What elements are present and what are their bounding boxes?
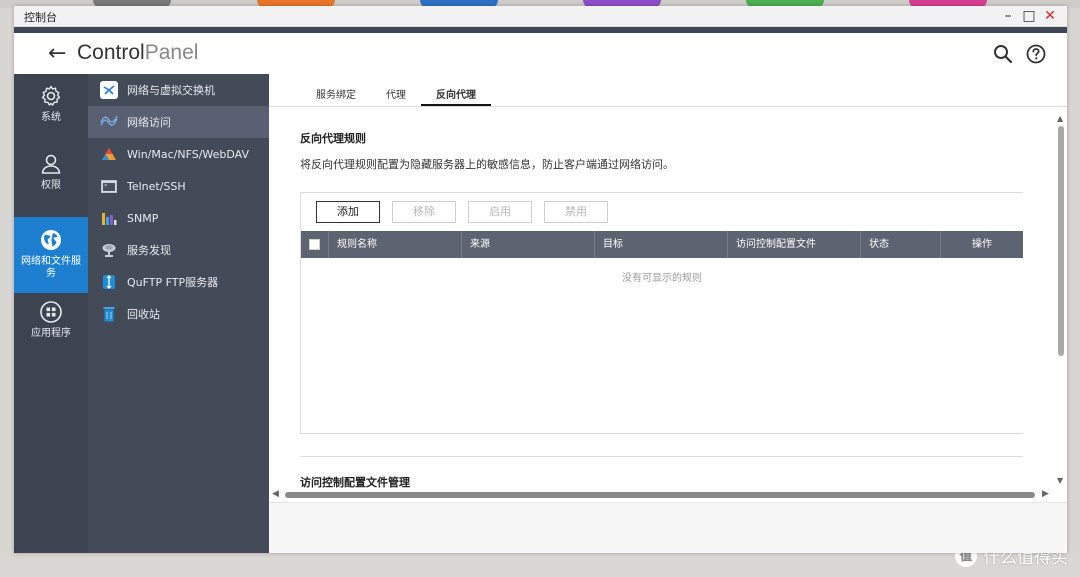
network-switch-icon [100, 81, 118, 99]
scroll-left-arrow-icon[interactable]: ◀ [272, 489, 279, 499]
submenu-item-network-switch[interactable]: 网络与虚拟交换机 [88, 74, 269, 106]
help-icon[interactable] [1025, 43, 1047, 65]
category-rail: 系统 权限 网络和文件服务 应用程序 [14, 74, 88, 553]
submenu: 网络与虚拟交换机 网络访问 Win/Mac/NFS/WebDAV Telnet/… [88, 74, 269, 553]
scroll-down-arrow-icon[interactable]: ▼ [1057, 476, 1063, 485]
submenu-label: 网络与虚拟交换机 [127, 84, 215, 97]
submenu-item-recycle-bin[interactable]: 回收站 [88, 298, 269, 330]
rail-item-system[interactable]: 系统 [14, 84, 88, 144]
bar-chart-icon [100, 209, 118, 227]
submenu-label: QuFTP FTP服务器 [127, 276, 219, 289]
add-button[interactable]: 添加 [316, 201, 380, 223]
column-header-access-profile[interactable]: 访问控制配置文件 [728, 231, 861, 258]
apps-icon [40, 301, 62, 323]
user-icon [41, 154, 61, 174]
trash-icon [100, 305, 118, 323]
gear-icon [41, 85, 61, 106]
submenu-item-service-discovery[interactable]: 服务发现 [88, 234, 269, 266]
brand-control: Control [77, 41, 145, 64]
column-header-target[interactable]: 目标 [595, 231, 728, 258]
submenu-label: SNMP [127, 211, 159, 225]
rail-label: 网络和文件服务 [21, 256, 81, 279]
select-all-cell [301, 231, 329, 258]
action-buttons: 添加 移除 启用 禁用 [316, 201, 608, 223]
content-pane: 服务绑定 代理 反向代理 反向代理规则 将反向代理规则配置为隐藏服务器上的敏感信… [269, 74, 1067, 553]
scroll-area: 反向代理规则 将反向代理规则配置为隐藏服务器上的敏感信息，防止客户端通过网络访问… [269, 107, 1067, 495]
section-divider [300, 456, 1023, 457]
terminal-icon [100, 177, 118, 195]
close-button[interactable]: ✕ [1041, 7, 1059, 25]
rail-item-applications[interactable]: 应用程序 [14, 300, 88, 360]
back-arrow-icon[interactable]: ← [48, 41, 66, 66]
empty-table-message: 没有可显示的规则 [622, 273, 702, 284]
network-access-icon [100, 113, 118, 131]
column-header-source[interactable]: 来源 [462, 231, 595, 258]
window-titlebar: 控制台 – □ ✕ [14, 6, 1067, 27]
section-description: 将反向代理规则配置为隐藏服务器上的敏感信息，防止客户端通过网络访问。 [300, 158, 674, 171]
scroll-right-arrow-icon[interactable]: ▶ [1042, 489, 1049, 499]
table-header: 规则名称 来源 目标 访问控制配置文件 状态 操作 [301, 231, 1023, 258]
select-all-checkbox[interactable] [309, 239, 320, 250]
vertical-scroll-thumb[interactable] [1058, 126, 1064, 356]
search-icon[interactable] [992, 43, 1014, 65]
submenu-item-snmp[interactable]: SNMP [88, 202, 269, 234]
rail-item-network-file-services[interactable]: 网络和文件服务 [14, 217, 88, 293]
column-header-actions[interactable]: 操作 [941, 231, 1023, 258]
footer-area [269, 502, 1067, 553]
enable-button[interactable]: 启用 [468, 201, 532, 223]
submenu-item-win-mac-nfs[interactable]: Win/Mac/NFS/WebDAV [88, 138, 269, 170]
tab-reverse-proxy[interactable]: 反向代理 [421, 88, 491, 106]
section-title: 反向代理规则 [300, 132, 366, 145]
submenu-label: Win/Mac/NFS/WebDAV [127, 147, 250, 161]
app-brand: ControlPanel [77, 41, 198, 65]
maximize-button[interactable]: □ [1020, 7, 1038, 25]
app-header: ← ControlPanel [14, 33, 1067, 74]
submenu-label: 回收站 [127, 308, 160, 321]
rules-panel: 添加 移除 启用 禁用 规则名称 来源 目标 访问控制配置文件 状态 操作 没有 [300, 192, 1023, 434]
desktop-bottom-strip [0, 553, 1080, 577]
horizontal-scrollbar[interactable]: ◀ ▶ [269, 488, 1055, 502]
submenu-item-quftp[interactable]: QuFTP FTP服务器 [88, 266, 269, 298]
horizontal-scroll-thumb[interactable] [285, 492, 1035, 498]
rail-label: 应用程序 [31, 328, 71, 339]
column-header-status[interactable]: 状态 [861, 231, 941, 258]
submenu-item-network-access[interactable]: 网络访问 [88, 106, 269, 138]
minimize-button[interactable]: – [999, 7, 1017, 25]
rail-label: 系统 [41, 112, 61, 123]
globe-icon [41, 230, 61, 250]
vertical-scrollbar[interactable]: ▲ ▼ [1055, 110, 1067, 488]
tab-proxy[interactable]: 代理 [371, 88, 421, 106]
submenu-label: Telnet/SSH [127, 179, 186, 193]
rail-label: 权限 [41, 180, 61, 191]
triangle-icon [100, 145, 118, 163]
submenu-label: 网络访问 [127, 116, 171, 129]
scroll-up-arrow-icon[interactable]: ▲ [1057, 114, 1063, 123]
tab-bar: 服务绑定 代理 反向代理 [301, 88, 491, 106]
submenu-item-telnet-ssh[interactable]: Telnet/SSH [88, 170, 269, 202]
ftp-icon [100, 273, 118, 291]
window-title: 控制台 [24, 11, 57, 24]
tab-service-binding[interactable]: 服务绑定 [301, 88, 371, 106]
remove-button[interactable]: 移除 [392, 201, 456, 223]
brand-panel: Panel [144, 41, 199, 64]
submenu-label: 服务发现 [127, 244, 171, 257]
control-panel-window: 控制台 – □ ✕ ← ControlPanel 系统 权限 网络和文件服务 应… [14, 6, 1067, 553]
rail-item-permissions[interactable]: 权限 [14, 152, 88, 212]
disable-button[interactable]: 禁用 [544, 201, 608, 223]
column-header-rule-name[interactable]: 规则名称 [329, 231, 462, 258]
satellite-icon [100, 241, 118, 259]
